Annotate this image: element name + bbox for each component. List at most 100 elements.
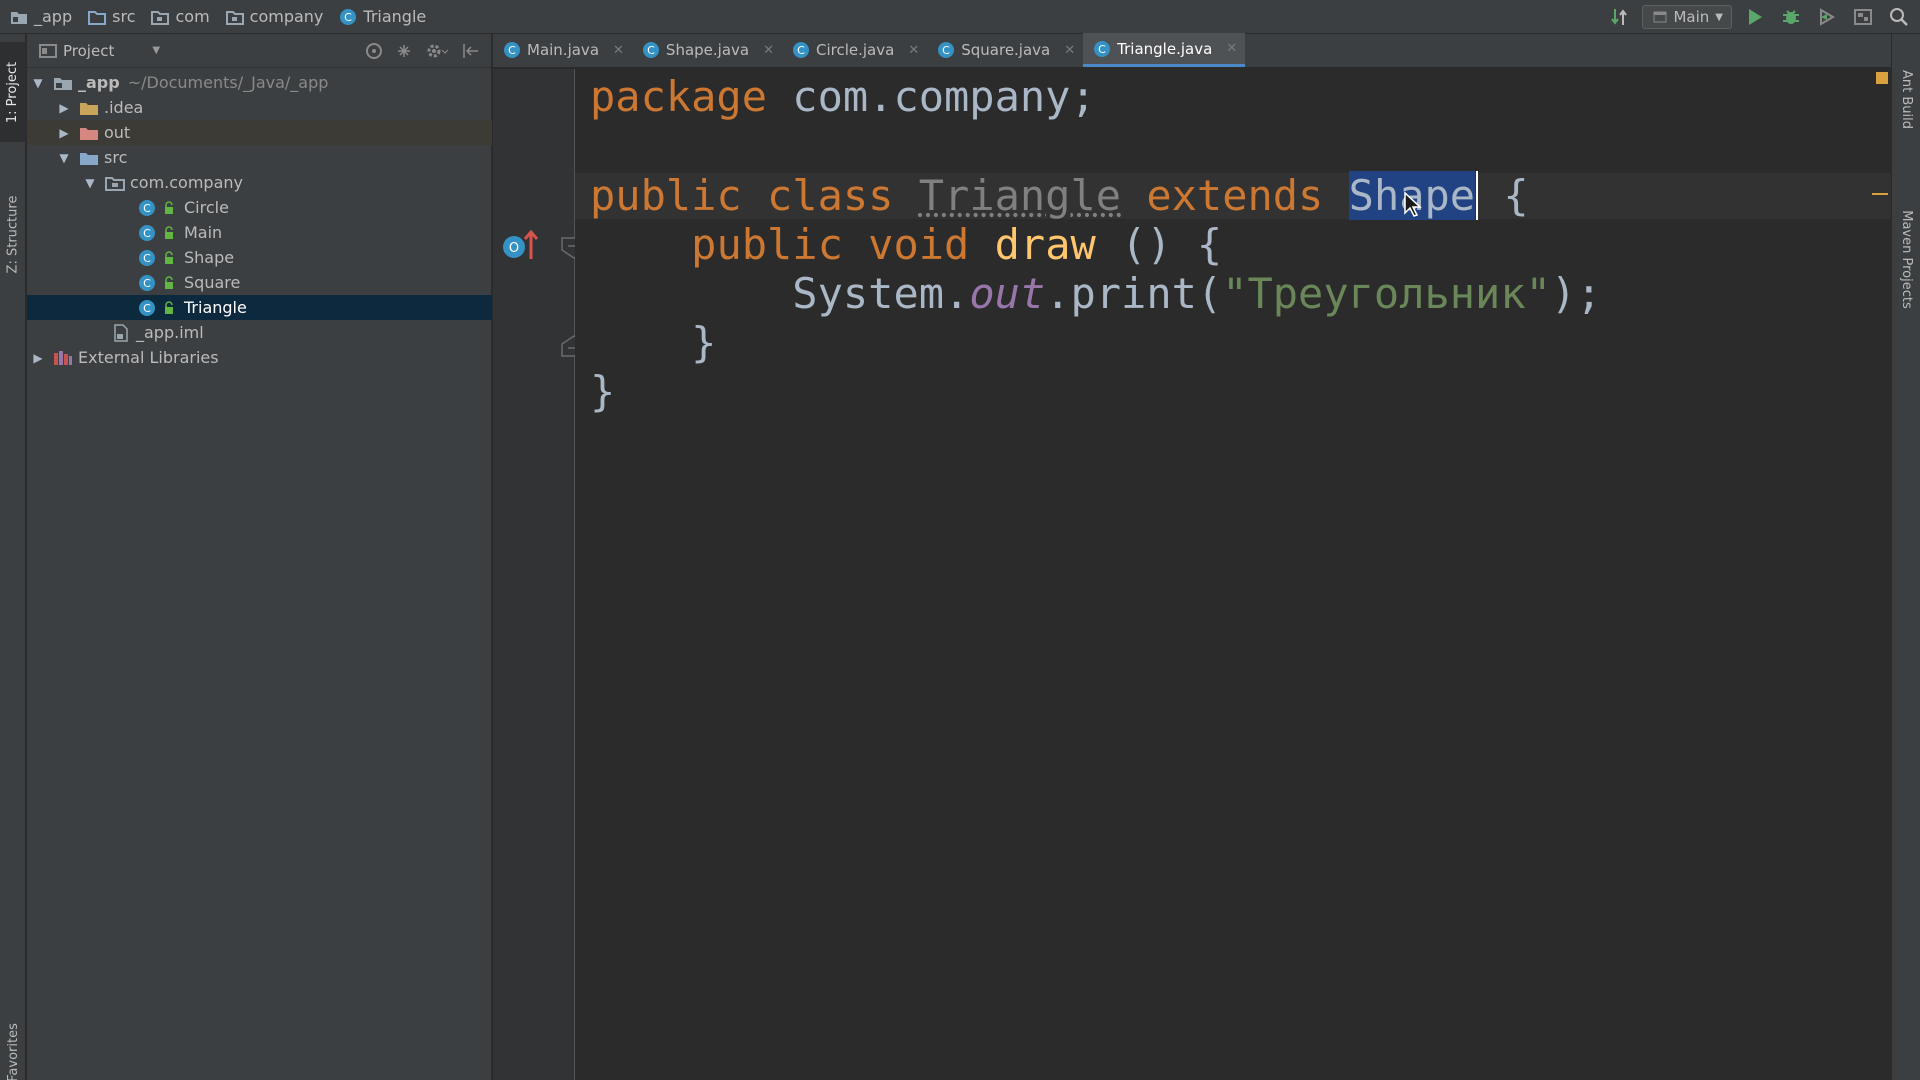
excluded-folder-icon: [79, 124, 99, 142]
code-line-3[interactable]: public class Triangle extends Shape {: [590, 171, 1529, 220]
tree-node-main[interactable]: C Main: [27, 220, 492, 245]
string-literal: "Треугольник": [1222, 269, 1551, 318]
tool-tab-ant-build[interactable]: Ant Build: [1892, 44, 1920, 154]
project-structure-icon[interactable]: [1850, 4, 1876, 30]
overrides-method-icon[interactable]: O: [501, 227, 543, 263]
tree-node-label: External Libraries: [78, 348, 219, 367]
close-icon[interactable]: ✕: [613, 43, 624, 58]
code-line-1[interactable]: package com.company;: [590, 72, 1096, 121]
class-icon: C: [137, 224, 157, 242]
keyword: void: [868, 220, 970, 269]
tree-node-external-libraries[interactable]: ▶ External Libraries: [27, 345, 492, 370]
keyword: extends: [1146, 171, 1324, 220]
breadcrumb-label: src: [112, 7, 136, 26]
breadcrumb-triangle[interactable]: C Triangle: [329, 0, 432, 34]
tree-node-triangle[interactable]: C Triangle: [27, 295, 492, 320]
close-icon[interactable]: ✕: [763, 43, 774, 58]
inspection-status-icon[interactable]: [1876, 72, 1888, 84]
tree-node-shape[interactable]: C Shape: [27, 245, 492, 270]
svg-text:C: C: [143, 277, 151, 290]
tool-tab-project[interactable]: 1: Project: [0, 42, 26, 142]
keyword: public: [691, 220, 843, 269]
expand-arrow-icon[interactable]: ▼: [31, 76, 45, 90]
tool-tab-label: Z: Structure: [5, 195, 21, 273]
vcs-update-icon[interactable]: [1606, 4, 1632, 30]
scroll-from-source-icon[interactable]: [365, 42, 383, 60]
expand-arrow-icon[interactable]: ▶: [31, 351, 45, 365]
tab-shape-java[interactable]: C Shape.java ✕: [632, 33, 782, 67]
svg-text:C: C: [1098, 43, 1106, 56]
tab-triangle-java[interactable]: C Triangle.java ✕: [1083, 33, 1246, 67]
coverage-icon[interactable]: [1814, 4, 1840, 30]
editor-gutter[interactable]: O: [493, 69, 587, 1080]
folder-icon: [88, 10, 107, 25]
lock-icon: [162, 224, 176, 242]
tool-tab-favorites[interactable]: Favorites: [0, 1023, 26, 1080]
class-icon: C: [642, 42, 659, 58]
tree-node-app[interactable]: ▼ _app ~/Documents/_Java/_app: [27, 70, 492, 95]
breadcrumb-company[interactable]: company: [216, 0, 330, 34]
svg-text:C: C: [942, 44, 950, 57]
code-line-5[interactable]: System.out.print("Треугольник");: [590, 269, 1602, 318]
folder-icon: [79, 99, 99, 117]
code-identifier: System.: [792, 269, 970, 318]
tree-node-app-iml[interactable]: _app.iml: [27, 320, 492, 345]
expand-arrow-icon[interactable]: ▶: [57, 126, 71, 140]
tree-node-circle[interactable]: C Circle: [27, 195, 492, 220]
expand-arrow-icon[interactable]: ▼: [83, 176, 97, 190]
code-punct: {: [1478, 171, 1529, 220]
hide-panel-icon[interactable]: [461, 42, 479, 60]
code-line-6[interactable]: }: [590, 318, 716, 367]
debug-icon[interactable]: [1778, 4, 1804, 30]
tool-tab-maven-projects[interactable]: Maven Projects: [1892, 184, 1920, 334]
class-icon: C: [340, 8, 357, 25]
tree-node-com-company[interactable]: ▼ com.company: [27, 170, 492, 195]
search-icon[interactable]: [1886, 4, 1912, 30]
tool-tab-structure[interactable]: Z: Structure: [0, 164, 26, 304]
svg-text:C: C: [797, 44, 805, 57]
expand-arrow-icon[interactable]: ▼: [57, 151, 71, 165]
breadcrumb-com[interactable]: com: [141, 0, 215, 34]
package-name: com.company;: [767, 72, 1096, 121]
tree-node-label: com.company: [130, 173, 243, 192]
static-field: out: [969, 269, 1046, 318]
tree-node-idea[interactable]: ▶ .idea: [27, 95, 492, 120]
keyword: package: [590, 72, 768, 121]
code-line-7[interactable]: }: [590, 367, 615, 416]
close-icon[interactable]: ✕: [1064, 43, 1075, 58]
gear-icon[interactable]: [425, 42, 449, 60]
tool-tab-label: Ant Build: [1899, 69, 1914, 129]
module-folder-icon: [53, 74, 73, 92]
module-file-icon: [111, 323, 131, 342]
svg-text:C: C: [143, 227, 151, 240]
code-line-4[interactable]: public void draw () {: [590, 220, 1222, 269]
lock-icon: [162, 274, 176, 292]
right-tool-strip: Ant Build Maven Projects: [1891, 34, 1920, 1080]
navigation-bar: _app src com company C Triangle Main ▼: [0, 0, 1920, 34]
tab-square-java[interactable]: C Square.java ✕: [927, 33, 1083, 67]
close-icon[interactable]: ✕: [908, 43, 919, 58]
run-icon[interactable]: [1742, 4, 1768, 30]
breadcrumb-app[interactable]: _app: [0, 0, 78, 34]
tree-node-out[interactable]: ▶ out: [27, 120, 492, 145]
code-punct: }: [691, 318, 717, 367]
close-icon[interactable]: ✕: [1226, 41, 1237, 56]
tab-label: Square.java: [961, 41, 1051, 59]
project-view-selector[interactable]: Project ▼: [27, 34, 491, 68]
svg-text:C: C: [647, 44, 655, 57]
code-punct: );: [1550, 269, 1602, 318]
collapse-all-icon[interactable]: [395, 42, 413, 60]
breadcrumb-src[interactable]: src: [78, 0, 141, 34]
tab-main-java[interactable]: C Main.java ✕: [493, 33, 632, 67]
expand-arrow-icon[interactable]: ▶: [57, 101, 71, 115]
tab-circle-java[interactable]: C Circle.java ✕: [782, 33, 927, 67]
warning-stripe-marker[interactable]: [1872, 193, 1888, 195]
class-icon: C: [137, 249, 157, 267]
code-punct: }: [590, 367, 616, 416]
tree-node-square[interactable]: C Square: [27, 270, 492, 295]
left-tool-strip: 1: Project Z: Structure Favorites: [0, 34, 26, 1080]
tree-node-src[interactable]: ▼ src: [27, 145, 492, 170]
keyword: public: [590, 171, 742, 220]
run-configuration-select[interactable]: Main ▼: [1642, 5, 1732, 29]
svg-text:C: C: [143, 202, 151, 215]
